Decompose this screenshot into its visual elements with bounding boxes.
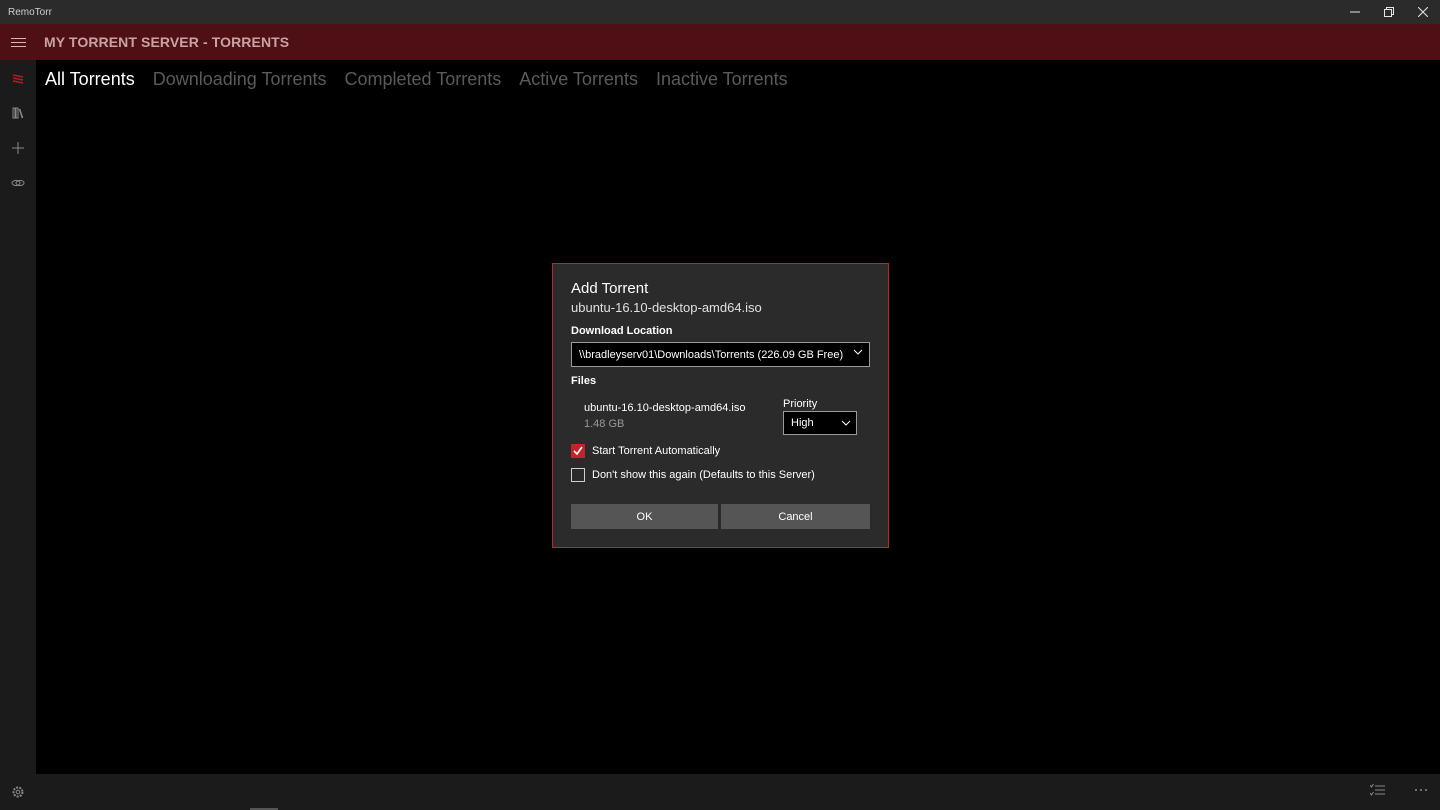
chevron-down-icon: [853, 349, 863, 355]
nav-item-library[interactable]: [0, 95, 36, 130]
files-label: Files: [571, 375, 597, 387]
add-torrent-dialog: Add Torrent ubuntu-16.10-desktop-amd64.i…: [552, 263, 889, 548]
add-icon: [12, 141, 24, 154]
dont-show-again-row[interactable]: Don't show this again (Defaults to this …: [571, 468, 815, 482]
torrent-tabs: All Torrents Downloading Torrents Comple…: [45, 68, 806, 90]
minimize-icon: [1350, 11, 1360, 13]
window-app-title: RemoTorr: [8, 6, 52, 18]
settings-button[interactable]: [0, 778, 36, 806]
priority-dropdown[interactable]: High: [783, 411, 857, 435]
tab-all-torrents[interactable]: All Torrents: [45, 68, 135, 90]
link-icon: [11, 179, 25, 186]
window-controls: [1338, 0, 1440, 24]
more-icon: [1415, 789, 1427, 791]
torrents-icon: [12, 73, 24, 84]
download-location-value: \\bradleyserv01\Downloads\Torrents (226.…: [579, 348, 844, 361]
close-button[interactable]: [1406, 0, 1440, 24]
chevron-down-icon: [841, 420, 851, 426]
library-icon: [12, 107, 24, 118]
dialog-title: Add Torrent: [571, 280, 649, 297]
nav-item-link[interactable]: [0, 165, 36, 200]
close-icon: [1418, 7, 1428, 17]
dialog-subtitle: ubuntu-16.10-desktop-amd64.iso: [571, 300, 762, 315]
start-automatically-checkbox[interactable]: [571, 444, 585, 458]
start-automatically-label: Start Torrent Automatically: [592, 445, 721, 457]
priority-label: Priority: [783, 398, 818, 410]
hamburger-icon: [10, 41, 26, 43]
window-title-bar: RemoTorr: [0, 0, 1440, 24]
select-mode-button[interactable]: [1369, 783, 1386, 800]
checkmark-icon: [573, 446, 583, 456]
file-size: 1.48 GB: [584, 418, 625, 430]
page-title: MY TORRENT SERVER - TORRENTS: [44, 34, 290, 50]
priority-value: High: [791, 417, 814, 429]
more-options-button[interactable]: [1414, 780, 1428, 797]
download-location-dropdown[interactable]: \\bradleyserv01\Downloads\Torrents (226.…: [571, 342, 870, 367]
download-location-label: Download Location: [571, 325, 673, 337]
checklist-icon: [1369, 783, 1385, 796]
dont-show-again-label: Don't show this again (Defaults to this …: [592, 469, 815, 481]
ok-button[interactable]: OK: [571, 504, 718, 529]
gear-icon: [12, 786, 24, 798]
dont-show-again-checkbox[interactable]: [571, 468, 585, 482]
restore-icon: [1384, 7, 1394, 17]
nav-item-torrents[interactable]: [0, 60, 36, 95]
minimize-button[interactable]: [1338, 0, 1372, 24]
bottom-command-bar: [36, 774, 1440, 810]
hamburger-menu-button[interactable]: [0, 24, 36, 60]
nav-rail: [0, 60, 36, 810]
start-automatically-row[interactable]: Start Torrent Automatically: [571, 444, 720, 458]
file-name: ubuntu-16.10-desktop-amd64.iso: [584, 402, 746, 414]
tab-inactive-torrents[interactable]: Inactive Torrents: [656, 68, 788, 90]
restore-button[interactable]: [1372, 0, 1406, 24]
cancel-button[interactable]: Cancel: [721, 504, 870, 529]
tab-completed-torrents[interactable]: Completed Torrents: [344, 68, 501, 90]
tab-downloading-torrents[interactable]: Downloading Torrents: [153, 68, 327, 90]
tab-active-torrents[interactable]: Active Torrents: [519, 68, 638, 90]
nav-item-add[interactable]: [0, 130, 36, 165]
app-header: MY TORRENT SERVER - TORRENTS: [0, 24, 1440, 60]
